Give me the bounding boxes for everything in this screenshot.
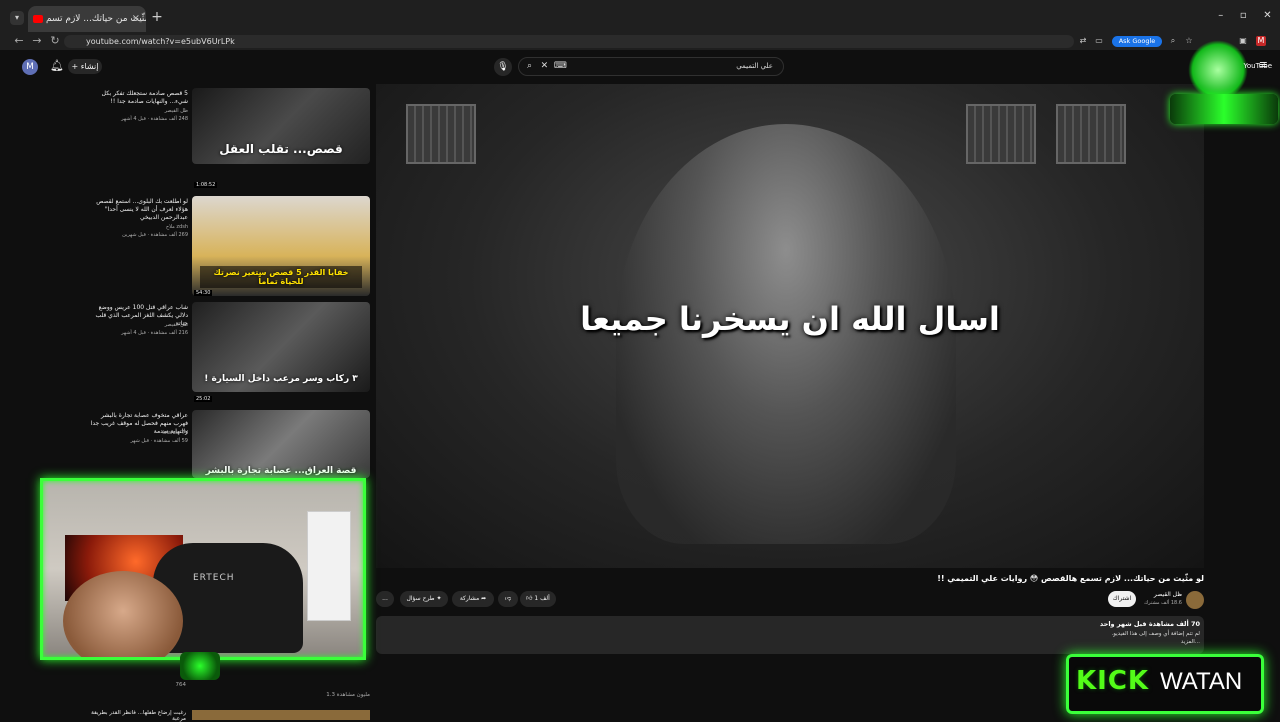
related-channel[interactable]: ملاح zdsh <box>166 224 188 230</box>
chair-brand: ERTECH <box>193 573 235 583</box>
avatar[interactable]: M <box>22 59 38 75</box>
subscribe-button[interactable]: اشتراك <box>1108 591 1136 607</box>
ask-label: طرح سؤال <box>406 595 435 602</box>
related-channel[interactable]: ظل القيصر <box>165 108 188 114</box>
kick-logo: KICK <box>1076 666 1150 696</box>
window-controls: – ▫ ✕ <box>1210 10 1280 21</box>
dislike-icon: 👎︎ <box>504 595 512 602</box>
channel-avatar[interactable] <box>1186 591 1204 609</box>
url-text: youtube.com/watch?v=e5ubV6UrLPk <box>86 37 235 46</box>
streamer <box>63 571 183 657</box>
related-thumbnail[interactable]: قصة العراق... عصابة تجارة بالبشر <box>192 410 370 478</box>
maximize-icon[interactable]: ▫ <box>1240 10 1247 21</box>
streamer-logo: YouTube <box>1170 40 1278 140</box>
related-title: 5 قصص صادمة ستجعلك تفكر بكل شيء... والنه… <box>101 90 188 105</box>
address-bar[interactable]: youtube.com/watch?v=e5ubV6UrLPk <box>64 35 1074 48</box>
notifications-bell-icon[interactable]: 🔔︎ <box>50 59 64 72</box>
thumbnail-caption: قصص... تقلب العقل <box>219 142 343 156</box>
related-meta: 269 ألف مشاهدة · قبل شهرين <box>122 232 188 238</box>
create-button[interactable]: + إنشاء <box>68 59 102 74</box>
related-thumbnail[interactable] <box>192 710 370 720</box>
related-meta: 216 ألف مشاهدة · قبل 4 أشهر <box>121 330 188 336</box>
create-label: إنشاء <box>80 62 99 71</box>
thumbnail-caption: ٣ ركاب وسر مرعب داخل السيارة ! <box>204 374 358 384</box>
share-button[interactable]: مشاركة ➦ <box>452 591 494 607</box>
logo-banner <box>1170 94 1278 124</box>
ask-button[interactable]: طرح سؤال ✦ <box>400 591 448 607</box>
close-tab-icon[interactable]: × <box>132 6 140 32</box>
new-tab-button[interactable]: + <box>150 10 164 24</box>
back-icon[interactable]: ← <box>12 34 26 48</box>
related-video-1[interactable]: 5 قصص صادمة ستجعلك تفكر بكل شيء... والنه… <box>86 88 371 192</box>
thumbnail-caption: قصة العراق... عصابة تجارة بالبشر <box>205 466 357 476</box>
related-title: لو اطلعت بك البلوى... استمع لقصص هؤلاء ل… <box>96 198 188 221</box>
below-cam-title[interactable]: رغبت إرضاع طفلها... فانظر القدر بطريقة م… <box>86 710 186 722</box>
reload-icon[interactable]: ↻ <box>48 34 62 48</box>
watan-text: WATAN <box>1160 668 1243 695</box>
duration-badge: 25:02 <box>194 396 213 402</box>
video-title: لو مثّيت من حياتك... لازم تسمع هالقصص 😳 … <box>937 574 1204 583</box>
related-channel[interactable]: Islamic TV <box>162 430 188 436</box>
browser-tab-bar <box>0 0 1280 34</box>
below-cam-meta: 1.3 مليون مشاهدة <box>326 692 370 698</box>
duration-badge: 54:30 <box>194 290 213 296</box>
channel-name[interactable]: ظل القيصر <box>1090 591 1182 598</box>
duration-badge: 1:08:52 <box>194 182 218 188</box>
webcam-overlay: ERTECH <box>40 478 366 660</box>
related-thumbnail[interactable]: خفايا القدر 5 قصص ستغير نصرتك للحياة تما… <box>192 196 370 296</box>
voice-search-icon[interactable]: 🎙︎ <box>494 58 512 76</box>
share-label: مشاركة <box>459 595 480 602</box>
related-meta: 248 ألف مشاهدة · قبل 4 أشهر <box>121 116 188 122</box>
related-thumbnail[interactable]: قصص... تقلب العقل <box>192 88 370 164</box>
like-count: 1 ألف <box>534 595 550 602</box>
description-line: لم تتم إضافة أي وصف إلى هذا الفيديو. <box>1111 631 1201 637</box>
close-window-icon[interactable]: ✕ <box>1263 10 1271 21</box>
background-window <box>1056 104 1126 164</box>
minimize-icon[interactable]: – <box>1218 10 1223 21</box>
related-video-2[interactable]: لو اطلعت بك البلوى... استمع لقصص هؤلاء ل… <box>86 196 371 300</box>
channel-subscribers: 18.6 ألف مشترك <box>1144 600 1182 606</box>
streamer-badge-icon <box>180 652 220 680</box>
browser-tab[interactable]: لو مثّيت من حياتك... لازم تسم × <box>28 6 146 32</box>
forward-icon[interactable]: → <box>30 34 44 48</box>
search-input[interactable]: ⌕ ✕ ⌨ علي التميمي <box>518 57 784 76</box>
like-button[interactable]: 👍︎ 1 ألف <box>520 591 556 607</box>
translate-icon[interactable]: ⇄ <box>1078 36 1088 46</box>
background-window <box>966 104 1036 164</box>
youtube-favicon-icon <box>33 15 43 23</box>
youtube-logo[interactable]: YouTube <box>1244 62 1272 70</box>
video-subtitle: اسال الله ان يسخرنا جميعا <box>580 300 1000 338</box>
related-channel[interactable]: ظل القيصر <box>165 322 188 328</box>
related-thumbnail[interactable]: ٣ ركاب وسر مرعب داخل السيارة ! <box>192 302 370 392</box>
description-views: 70 ألف مشاهدة قبل شهر واحد <box>1099 620 1200 628</box>
dislike-button[interactable]: 👎︎ <box>498 591 518 607</box>
description-text: لم تتم إضافة أي وصف إلى هذا الفيديو. ...… <box>900 630 1201 646</box>
tab-search-icon[interactable]: ▾ <box>10 11 24 25</box>
webcam-shelf <box>307 511 351 621</box>
logo-ring-icon <box>1188 40 1248 100</box>
related-video-3[interactable]: شاب عراقي قتل 100 عريس ووضع دلالي يكشف ا… <box>86 302 371 406</box>
background-window <box>406 104 476 164</box>
cast-icon[interactable]: ▭ <box>1094 36 1104 46</box>
related-video-4[interactable]: عراقي متخوف عصابة تجارة بالبشر فهرب منهم… <box>86 410 371 478</box>
below-cam-meta: 764 <box>175 682 187 688</box>
related-meta: 59 ألف مشاهدة · قبل شهر <box>130 438 188 444</box>
search-query: علي التميمي <box>736 62 773 70</box>
thumbnail-caption: خفايا القدر 5 قصص ستغير نصرتك للحياة تما… <box>200 266 362 288</box>
description-more[interactable]: ...المزيد <box>1181 639 1200 645</box>
ask-google-button[interactable]: Ask Google <box>1112 36 1162 47</box>
more-actions-button[interactable]: ... <box>376 591 394 607</box>
search-icon[interactable]: ⌕ ✕ ⌨ <box>527 58 567 75</box>
